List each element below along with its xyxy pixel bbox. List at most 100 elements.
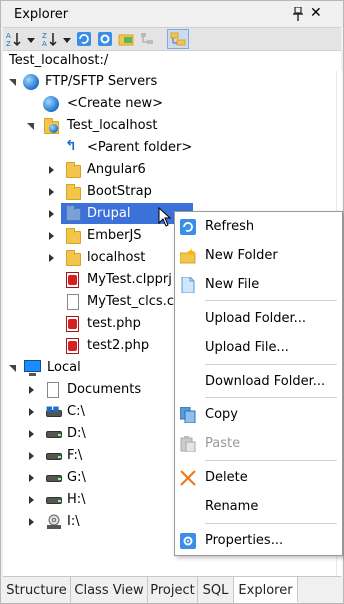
menu-item-copy[interactable]: Copy [175, 402, 342, 428]
svg-text:A: A [6, 32, 11, 40]
show-folders-icon[interactable] [167, 29, 189, 49]
menu-item-new-file[interactable]: New File [175, 272, 342, 298]
sort-ascending-dropdown-icon[interactable] [27, 38, 35, 43]
optical-drive-icon [47, 514, 61, 529]
tab-explorer[interactable]: Explorer [234, 577, 298, 603]
tree-node-angular6[interactable]: Angular6 [3, 159, 336, 181]
collapse-arrow-icon[interactable] [9, 79, 16, 86]
tab-label: Explorer [238, 583, 293, 598]
globe-icon [23, 74, 39, 90]
tree-node-label: D:\ [67, 426, 86, 441]
drive-icon [46, 475, 62, 482]
copy-icon [180, 407, 196, 423]
refresh-icon[interactable] [75, 30, 93, 48]
folder-icon [66, 184, 81, 200]
tab-label: Class View [74, 583, 144, 598]
expand-arrow-icon[interactable] [29, 452, 34, 460]
tree-node-test-localhost[interactable]: Test_localhost [3, 115, 336, 137]
tree-node-label: Angular6 [87, 162, 146, 177]
tab-label: SQL [202, 583, 229, 598]
folder-icon [66, 205, 81, 221]
expand-arrow-icon[interactable] [49, 254, 54, 262]
tree-node-label: test2.php [87, 338, 150, 353]
settings-icon[interactable] [96, 30, 114, 48]
tree-node-ftp-servers[interactable]: FTP/SFTP Servers [3, 71, 336, 93]
expand-arrow-icon[interactable] [29, 408, 34, 416]
expand-arrow-icon[interactable] [29, 474, 34, 482]
collapse-arrow-icon[interactable] [9, 365, 16, 372]
menu-separator [205, 460, 337, 461]
tree-node-label: Drupal [87, 206, 131, 221]
sort-descending-icon[interactable]: ZA [41, 30, 59, 48]
tree-node-bootstrap[interactable]: BootStrap [3, 181, 336, 203]
expand-arrow-icon[interactable] [29, 518, 34, 526]
drive-icon [46, 431, 62, 438]
menu-item-delete[interactable]: Delete [175, 465, 342, 491]
menu-item-rename[interactable]: Rename [175, 494, 342, 520]
expand-arrow-icon[interactable] [49, 232, 54, 240]
tree-node-label: EmberJS [87, 228, 142, 243]
menu-item-label: Paste [205, 436, 241, 451]
tab-label: Project [150, 583, 195, 598]
sort-descending-dropdown-icon[interactable] [63, 38, 71, 43]
menu-item-upload-folder[interactable]: Upload Folder... [175, 306, 342, 332]
expand-arrow-icon[interactable] [49, 188, 54, 196]
pin-icon[interactable] [293, 7, 303, 21]
menu-item-download-folder[interactable]: Download Folder... [175, 369, 342, 395]
svg-text:A: A [42, 40, 47, 47]
panel-titlebar: Explorer ✕ [1, 1, 343, 27]
tree-node-label: localhost [87, 250, 146, 265]
collapse-arrow-icon[interactable] [27, 123, 34, 130]
panel-title: Explorer [14, 7, 69, 22]
folder-icon [66, 228, 81, 244]
tab-sql[interactable]: SQL [198, 577, 234, 603]
tree-node-parent-folder[interactable]: ↰ <Parent folder> [3, 137, 336, 159]
project-file-icon [66, 316, 79, 332]
tab-project[interactable]: Project [148, 577, 198, 603]
tree-node-label: F:\ [67, 448, 83, 463]
explorer-toolbar: AZ ZA [3, 27, 341, 51]
menu-item-label: New Folder [205, 248, 278, 263]
globe-icon [43, 96, 59, 112]
expand-arrow-icon[interactable] [29, 496, 34, 504]
globe-badge-icon [49, 124, 58, 133]
tree-node-label: Test_localhost [67, 118, 158, 133]
tab-class-view[interactable]: Class View [71, 577, 148, 603]
tree-node-label: C:\ [67, 404, 85, 419]
delete-icon [180, 470, 196, 486]
menu-item-label: New File [205, 277, 260, 292]
tree-node-label: test.php [87, 316, 141, 331]
menu-item-label: Properties... [205, 533, 284, 548]
menu-separator [205, 364, 337, 365]
tree-node-create-new[interactable]: <Create new> [3, 93, 336, 115]
parent-folder-icon: ↰ [65, 138, 77, 154]
menu-separator [205, 397, 337, 398]
new-file-icon [181, 277, 195, 293]
menu-item-refresh[interactable]: Refresh [175, 214, 342, 240]
menu-separator [205, 523, 337, 524]
folder-icon [66, 250, 81, 266]
menu-item-label: Rename [205, 499, 259, 514]
collapse-all-icon[interactable] [138, 30, 156, 48]
sort-ascending-icon[interactable]: AZ [5, 30, 23, 48]
project-file-icon [66, 272, 79, 288]
tree-node-label: Documents [67, 382, 142, 397]
menu-item-label: Upload Folder... [205, 311, 307, 326]
menu-item-new-folder[interactable]: New Folder [175, 243, 342, 269]
close-icon[interactable]: ✕ [310, 5, 322, 21]
expand-arrow-icon[interactable] [29, 386, 34, 394]
tree-node-label: H:\ [67, 492, 86, 507]
documents-icon [47, 382, 59, 398]
current-path: Test_localhost:/ [9, 53, 109, 68]
expand-arrow-icon[interactable] [29, 430, 34, 438]
expand-arrow-icon[interactable] [49, 166, 54, 174]
menu-item-paste[interactable]: Paste [175, 431, 342, 457]
tab-structure[interactable]: Structure [3, 577, 71, 603]
folder-image-icon[interactable] [117, 30, 135, 48]
menu-item-upload-file[interactable]: Upload File... [175, 335, 342, 361]
menu-item-properties[interactable]: Properties... [175, 528, 342, 554]
tree-node-label: FTP/SFTP Servers [45, 74, 158, 89]
tree-node-label: Local [47, 360, 81, 375]
svg-text:Z: Z [6, 40, 11, 47]
expand-arrow-icon[interactable] [49, 210, 54, 218]
